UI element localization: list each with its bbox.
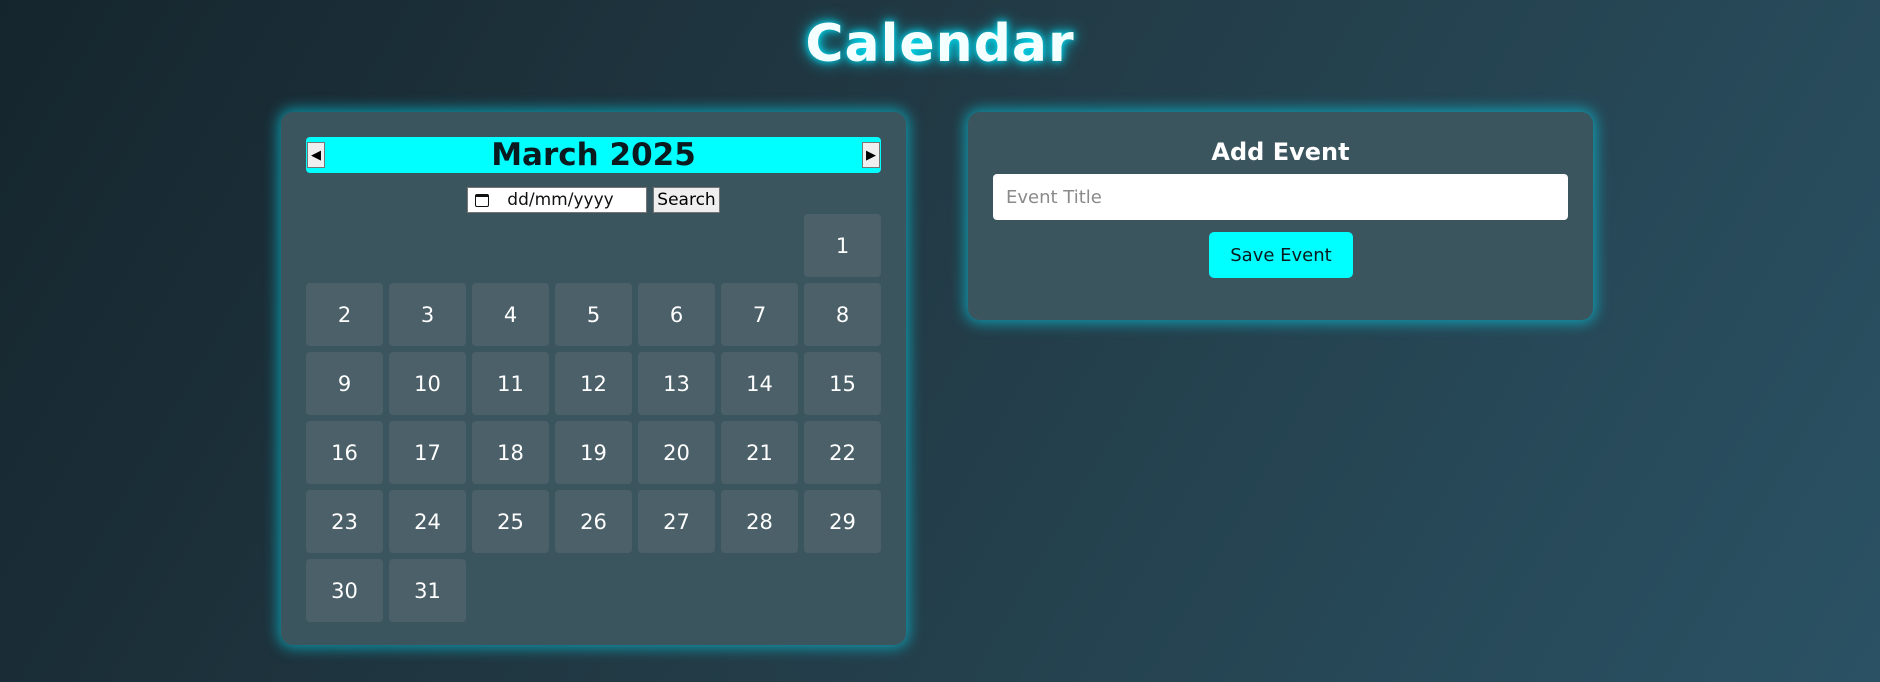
- date-placeholder: dd/mm/yyyy: [507, 190, 614, 210]
- day-cell[interactable]: 1: [804, 214, 881, 277]
- day-cell[interactable]: 24: [389, 490, 466, 553]
- add-event-panel: Add Event Save Event: [968, 112, 1593, 320]
- date-search-row: dd/mm/yyyy Search: [281, 187, 906, 213]
- day-cell[interactable]: 7: [721, 283, 798, 346]
- day-cell[interactable]: 5: [555, 283, 632, 346]
- day-cell[interactable]: 16: [306, 421, 383, 484]
- empty-day-cell: [472, 214, 549, 277]
- day-cell[interactable]: 13: [638, 352, 715, 415]
- day-cell[interactable]: 14: [721, 352, 798, 415]
- day-cell[interactable]: 21: [721, 421, 798, 484]
- day-cell[interactable]: 23: [306, 490, 383, 553]
- day-cell[interactable]: 8: [804, 283, 881, 346]
- empty-day-cell: [721, 214, 798, 277]
- event-title-input[interactable]: [993, 174, 1568, 220]
- search-button[interactable]: Search: [653, 187, 720, 213]
- empty-day-cell: [638, 214, 715, 277]
- day-cell[interactable]: 11: [472, 352, 549, 415]
- month-label: March 2025: [491, 137, 696, 173]
- calendar-icon[interactable]: [475, 193, 490, 207]
- day-cell[interactable]: 29: [804, 490, 881, 553]
- day-cell[interactable]: 28: [721, 490, 798, 553]
- day-cell[interactable]: 3: [389, 283, 466, 346]
- prev-month-button[interactable]: ◀: [307, 142, 325, 168]
- day-cell[interactable]: 2: [306, 283, 383, 346]
- day-cell[interactable]: 27: [638, 490, 715, 553]
- calendar-grid: 1 2 3 4 5 6 7 8 9 10 11 12 13 14 15 16 17 18 19 20 21 22 23 24 2…: [306, 214, 881, 622]
- day-cell[interactable]: 4: [472, 283, 549, 346]
- date-search-input[interactable]: dd/mm/yyyy: [467, 187, 648, 213]
- day-cell[interactable]: 19: [555, 421, 632, 484]
- day-cell[interactable]: 26: [555, 490, 632, 553]
- empty-day-cell: [555, 214, 632, 277]
- day-cell[interactable]: 6: [638, 283, 715, 346]
- next-month-button[interactable]: ▶: [862, 142, 880, 168]
- empty-day-cell: [389, 214, 466, 277]
- day-cell[interactable]: 9: [306, 352, 383, 415]
- day-cell[interactable]: 25: [472, 490, 549, 553]
- save-event-button[interactable]: Save Event: [1209, 232, 1353, 278]
- page-title: Calendar: [805, 14, 1075, 74]
- calendar-header: ◀ March 2025 ▶: [306, 137, 881, 173]
- day-cell[interactable]: 18: [472, 421, 549, 484]
- empty-day-cell: [306, 214, 383, 277]
- calendar-panel: ◀ March 2025 ▶ dd/mm/yyyy Search 1234567…: [281, 112, 906, 645]
- day-cell[interactable]: 30: [306, 559, 383, 622]
- day-cell[interactable]: 17: [389, 421, 466, 484]
- day-cell[interactable]: 15: [804, 352, 881, 415]
- add-event-heading: Add Event: [1211, 138, 1350, 166]
- day-cell[interactable]: 20: [638, 421, 715, 484]
- day-cell[interactable]: 12: [555, 352, 632, 415]
- day-cell[interactable]: 22: [804, 421, 881, 484]
- day-cell[interactable]: 10: [389, 352, 466, 415]
- day-cell[interactable]: 31: [389, 559, 466, 622]
